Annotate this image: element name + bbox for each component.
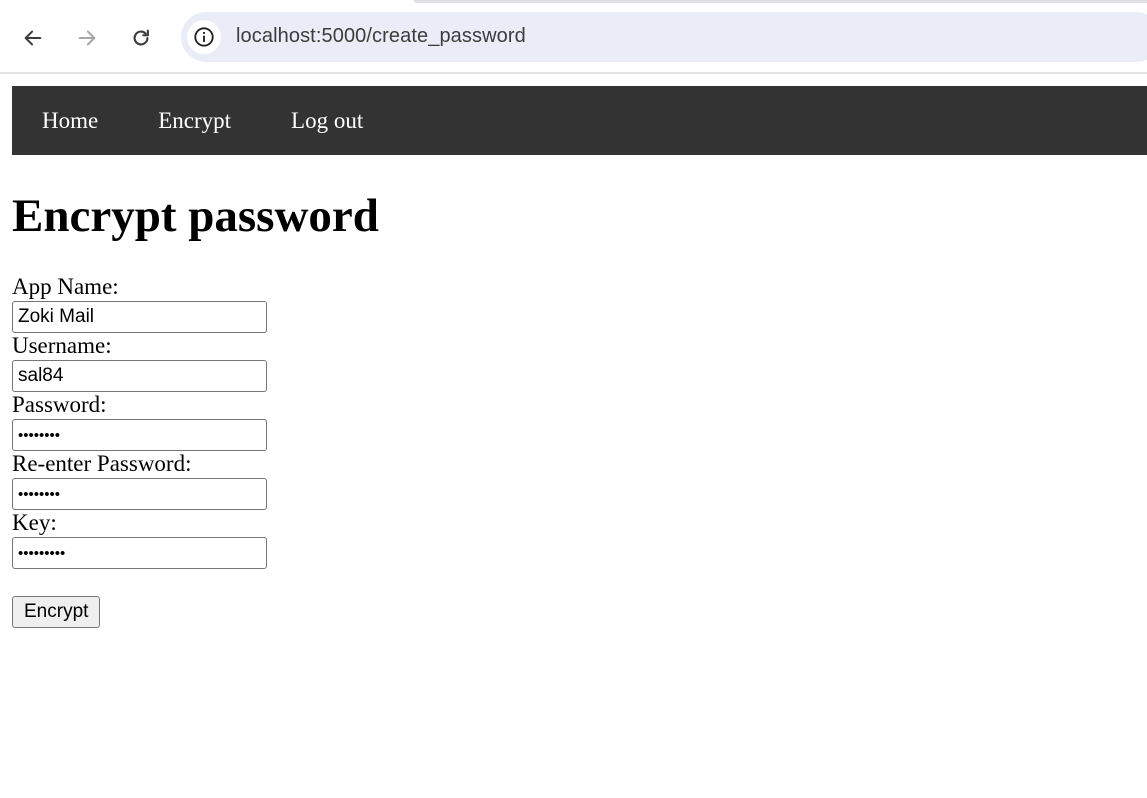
arrow-right-icon xyxy=(78,30,96,46)
app-name-input[interactable] xyxy=(12,301,267,333)
reenter-password-label: Re-enter Password: xyxy=(12,451,192,476)
password-label: Password: xyxy=(12,392,107,417)
reload-button[interactable] xyxy=(126,23,156,53)
arrow-left-icon xyxy=(24,30,42,46)
page-title: Encrypt password xyxy=(12,190,379,242)
nav-link-home[interactable]: Home xyxy=(12,86,128,155)
username-label: Username: xyxy=(12,333,112,358)
username-row: Username: xyxy=(12,332,267,392)
reenter-password-input[interactable] xyxy=(12,478,267,510)
username-input[interactable] xyxy=(12,360,267,392)
url-text[interactable]: localhost:5000/create_password xyxy=(236,25,526,48)
back-button[interactable] xyxy=(18,23,48,53)
app-name-label: App Name: xyxy=(12,274,119,299)
app-name-row: App Name: xyxy=(12,273,267,333)
address-bar[interactable]: localhost:5000/create_password xyxy=(181,12,1147,62)
reload-icon xyxy=(133,29,149,46)
key-input[interactable] xyxy=(12,537,267,569)
encrypt-password-form: App Name: Username: Password: Re-enter P… xyxy=(12,273,267,628)
nav-link-logout[interactable]: Log out xyxy=(261,86,393,155)
password-input[interactable] xyxy=(12,419,267,451)
site-info-button[interactable] xyxy=(187,20,221,54)
browser-toolbar: localhost:5000/create_password xyxy=(0,3,1147,74)
forward-button[interactable] xyxy=(72,23,102,53)
reenter-password-row: Re-enter Password: xyxy=(12,450,267,510)
password-row: Password: xyxy=(12,391,267,451)
key-label: Key: xyxy=(12,510,57,535)
nav-link-encrypt[interactable]: Encrypt xyxy=(128,86,261,155)
site-navbar: Home Encrypt Log out xyxy=(12,86,1147,155)
encrypt-submit-button[interactable]: Encrypt xyxy=(12,596,101,628)
info-circle-icon xyxy=(194,27,214,47)
key-row: Key: xyxy=(12,509,267,569)
